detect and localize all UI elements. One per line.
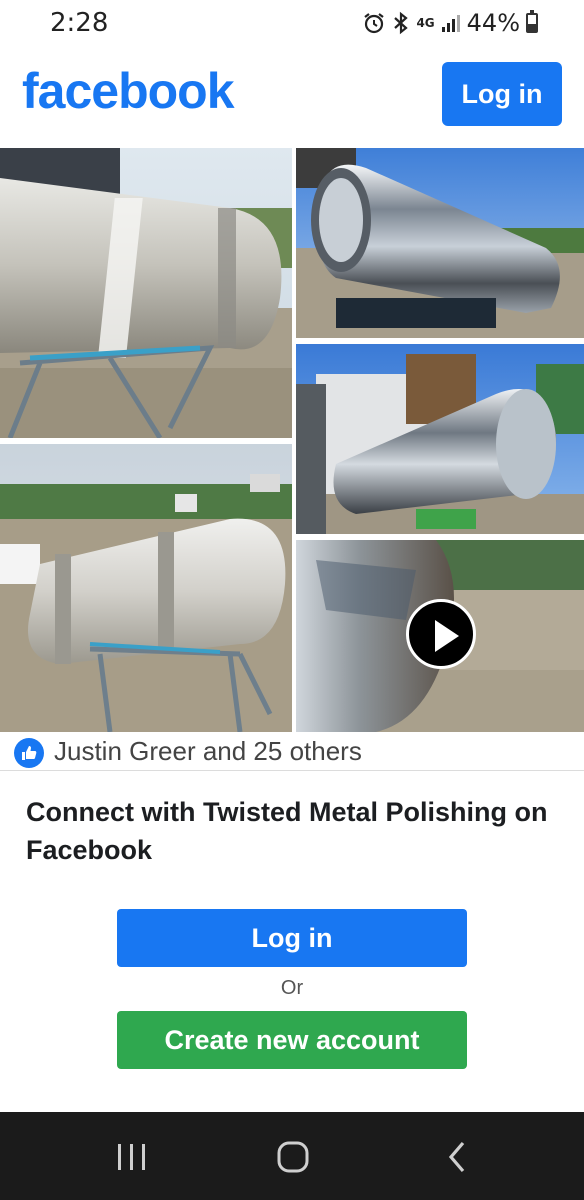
connect-title: Connect with Twisted Metal Polishing on … (26, 797, 548, 865)
photo-unpolished-tank-1[interactable] (0, 148, 292, 438)
photo-polished-tank-2[interactable] (296, 344, 584, 534)
header-login-button[interactable]: Log in (442, 62, 562, 126)
login-button[interactable]: Log in (117, 909, 467, 967)
photo-grid (0, 148, 584, 732)
status-icons: 4G 44% (362, 8, 538, 38)
fb-header: facebook Log in (0, 46, 584, 146)
reactions-row[interactable]: Justin Greer and 25 others (0, 732, 584, 771)
photo-unpolished-tank-2[interactable] (0, 444, 292, 732)
create-account-button[interactable]: Create new account (117, 1011, 467, 1069)
or-separator: Or (280, 977, 304, 999)
battery-percent: 44% (466, 9, 520, 37)
recent-apps-icon[interactable] (72, 1112, 192, 1200)
facebook-logo[interactable]: facebook (22, 62, 235, 120)
play-icon[interactable] (406, 599, 476, 669)
like-icon (14, 738, 44, 768)
alarm-icon (362, 11, 386, 35)
nav-bar (0, 1112, 584, 1200)
photo-polished-tank-1[interactable] (296, 148, 584, 338)
signal-icon (441, 13, 461, 33)
bluetooth-icon (392, 11, 410, 35)
battery-icon (526, 10, 538, 33)
status-bar: 2:28 4G 44% (0, 0, 584, 46)
back-icon[interactable] (400, 1112, 520, 1200)
reactions-text[interactable]: Justin Greer and 25 others (54, 736, 362, 767)
status-time: 2:28 (50, 8, 109, 38)
connect-panel: Connect with Twisted Metal Polishing on … (0, 771, 584, 1111)
home-icon[interactable] (232, 1112, 352, 1200)
network-4g-icon: 4G (416, 15, 435, 30)
